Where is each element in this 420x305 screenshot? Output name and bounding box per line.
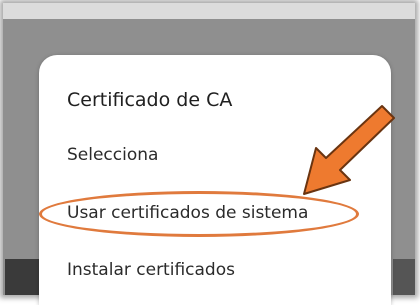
- orange-arrow-icon: [303, 105, 395, 195]
- app-top-bar: [3, 3, 415, 19]
- option-use-system-certificates[interactable]: Usar certificados de sistema: [67, 203, 308, 223]
- dialog-title: Certificado de CA: [67, 89, 233, 111]
- option-install-certificates[interactable]: Instalar certificados: [67, 260, 235, 280]
- option-select[interactable]: Selecciona: [67, 145, 158, 165]
- background-content-right: [393, 259, 415, 295]
